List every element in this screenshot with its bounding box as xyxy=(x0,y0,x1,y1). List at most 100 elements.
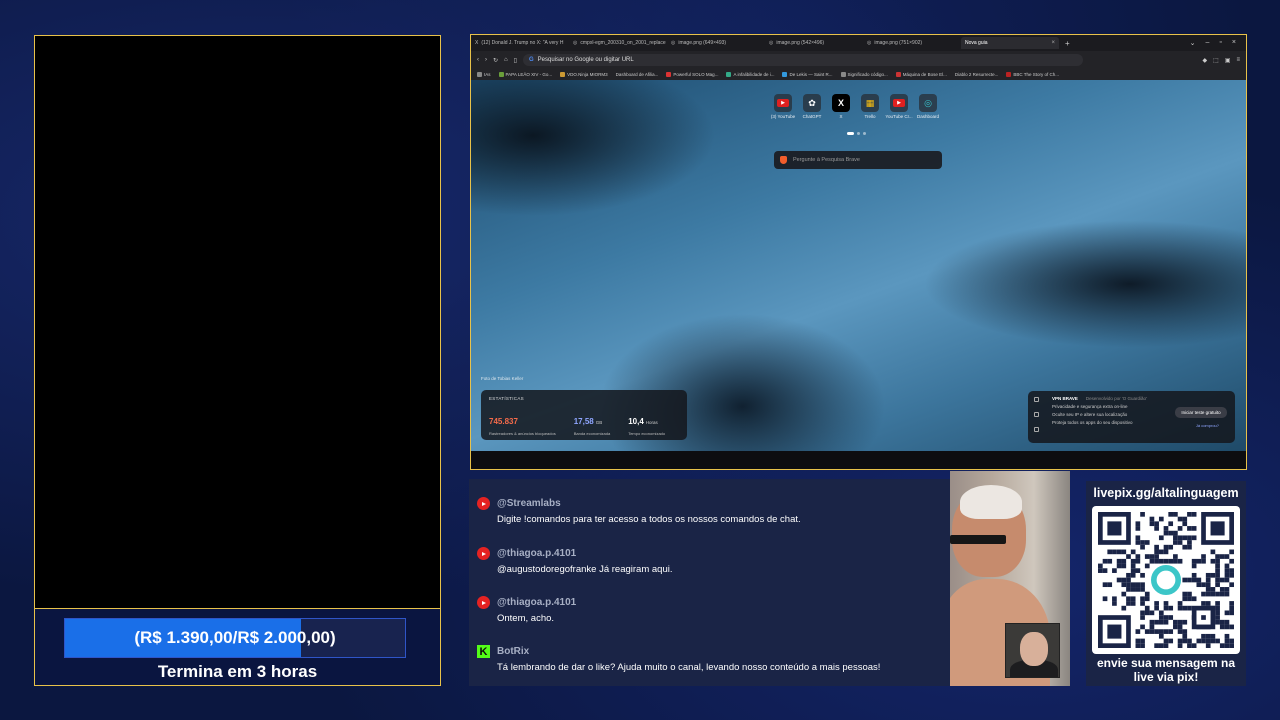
tab-2[interactable]: ◎ image.png (649×493) xyxy=(667,37,765,49)
new-tab-icon[interactable]: + xyxy=(1065,39,1070,48)
x-icon: X xyxy=(475,40,479,46)
bookmark-item[interactable]: Dashboard de Afilia... xyxy=(616,72,659,77)
kick-icon: K xyxy=(477,645,490,658)
x-icon: X xyxy=(832,94,850,112)
tab-4[interactable]: ◎ image.png (751×902) xyxy=(863,37,961,49)
globe-icon: ◎ xyxy=(671,40,676,46)
page-dot[interactable] xyxy=(847,132,854,135)
globe-icon: ◎ xyxy=(573,40,578,46)
shields-icon[interactable]: ◆ xyxy=(1203,57,1208,64)
vpn-purchased-link[interactable]: Já comprou? xyxy=(1196,423,1219,428)
reload-icon[interactable]: ↻ xyxy=(493,57,498,64)
chat-panel: @Streamlabs Digite !comandos para ter ac… xyxy=(469,479,950,686)
tab-label: image.png (649×493) xyxy=(678,40,727,46)
tab-3[interactable]: ◎ image.png (542×496) xyxy=(765,37,863,49)
minimize-icon[interactable]: – xyxy=(1206,39,1210,47)
bandwidth-unit: GB xyxy=(595,420,603,425)
livepix-panel: livepix.gg/altalinguagem envie sua mensa… xyxy=(1086,481,1246,686)
chatgpt-icon: ✿ xyxy=(803,94,821,112)
wallet-icon[interactable]: ▣ xyxy=(1225,57,1231,64)
maximize-icon[interactable]: ▫ xyxy=(1219,39,1221,47)
bookmark-item[interactable]: PAPA LEÃO XIV - Go... xyxy=(498,72,552,78)
goal-amount: (R$ 1.390,00/R$ 2.000,00) xyxy=(134,628,336,647)
goal-progress-bar: (R$ 1.390,00/R$ 2.000,00) xyxy=(64,618,406,658)
tab-label: (12) Donald J. Trump no X: "A very H xyxy=(481,40,564,46)
shortcut-dashboard[interactable]: ◎ Dashboard xyxy=(917,94,940,119)
qr-code-icon xyxy=(1098,512,1234,648)
google-icon: G xyxy=(528,57,534,63)
screen-icon[interactable] xyxy=(1034,427,1039,432)
time-label: Tempo economizado xyxy=(628,431,666,436)
chat-message: K BotRix Tá lembrando de dar o like? Ajud… xyxy=(477,645,880,673)
page-dot[interactable] xyxy=(863,132,866,135)
forward-icon[interactable]: › xyxy=(485,57,487,63)
brave-icon xyxy=(780,156,787,164)
bookmark-item[interactable]: Máquina de Bose El... xyxy=(895,72,947,78)
livepix-line-2: live via pix! xyxy=(1133,670,1199,684)
vpn-trial-button[interactable]: Iniciar teste gratuito xyxy=(1175,407,1227,418)
time-unit: Horas xyxy=(645,420,658,425)
close-tab-icon[interactable]: × xyxy=(1051,40,1055,46)
shortcut-label: (3) YouTube xyxy=(770,114,796,119)
bookmark-item[interactable]: Powerful SOLO Mag... xyxy=(666,72,718,78)
shortcut-label: X xyxy=(839,114,843,119)
top-sites: ▶ (3) YouTube ✿ ChatGPT X X ▦ Trello ▶ Y… xyxy=(770,94,940,119)
bookmarks-bar: IAs PAPA LEÃO XIV - Go... VDO.Ninja MIOR… xyxy=(471,69,1246,80)
shortcut-x[interactable]: X X xyxy=(831,94,851,119)
photo-credit[interactable]: Foto de Tobias Keller xyxy=(481,376,523,381)
vpn-widget: VPN BRAVE Desenvolvido por 'O Guardião' P… xyxy=(1028,391,1235,443)
youtube-icon xyxy=(477,596,490,609)
extensions-icon[interactable]: ⬚ xyxy=(1213,57,1219,64)
chevron-down-icon[interactable]: ⌄ xyxy=(1190,39,1196,47)
livepix-line-1: envie sua mensagem na xyxy=(1096,656,1236,670)
bookmark-item[interactable]: Diablo 2 Resurrecte... xyxy=(955,72,999,77)
inset-person-face xyxy=(1020,632,1048,666)
shortcut-youtube-creator[interactable]: ▶ YouTube Cr... xyxy=(885,94,913,119)
screen-area xyxy=(35,36,440,608)
globe-icon: ◎ xyxy=(867,40,872,46)
bookmark-item[interactable]: De Lekis — Saint R... xyxy=(782,72,833,78)
search-placeholder: Pergunte à Pesquisa Brave xyxy=(793,157,860,163)
tab-label: Nova guia xyxy=(965,40,988,46)
tab-0[interactable]: X (12) Donald J. Trump no X: "A very H xyxy=(471,37,569,49)
tab-1[interactable]: ◎ cmpxl-egm_200310_on_2001_replace xyxy=(569,37,667,49)
webcam-feed xyxy=(950,471,1070,686)
bookmark-item[interactable]: A infalibilidade de i... xyxy=(726,72,774,78)
chat-username: @Streamlabs xyxy=(497,498,561,509)
bookmark-item[interactable]: BBC The Story of Ch... xyxy=(1006,72,1059,78)
stats-widget: ESTATÍSTICAS 745.837 Rastreadores & anún… xyxy=(481,390,687,440)
vpn-title: VPN BRAVE xyxy=(1052,396,1078,401)
bookmark-item[interactable]: IAs xyxy=(477,72,491,78)
shortcut-chatgpt[interactable]: ✿ ChatGPT xyxy=(802,94,822,119)
bandwidth-value: 17,58 xyxy=(573,417,594,426)
shortcut-youtube[interactable]: ▶ (3) YouTube xyxy=(770,94,796,119)
menu-icon[interactable]: ≡ xyxy=(1236,57,1240,63)
new-tab-page: ▶ (3) YouTube ✿ ChatGPT X X ▦ Trello ▶ Y… xyxy=(471,80,1246,451)
youtube-icon xyxy=(477,547,490,560)
time-value: 10,4 xyxy=(628,417,644,426)
shortcut-trello[interactable]: ▦ Trello xyxy=(860,94,880,119)
bookmark-icon[interactable]: ▯ xyxy=(514,57,517,64)
chat-message: @Streamlabs Digite !comandos para ter ac… xyxy=(477,497,801,525)
livepix-message: envie sua mensagem na live via pix! xyxy=(1086,656,1246,684)
settings-icon[interactable] xyxy=(1034,397,1039,402)
bookmark-item[interactable]: Significado código... xyxy=(840,72,888,78)
webcam-person-hair xyxy=(960,485,1022,519)
person-icon[interactable] xyxy=(1034,412,1039,417)
page-dot[interactable] xyxy=(857,132,860,135)
address-placeholder: Pesquisar no Google ou digitar URL xyxy=(537,57,634,63)
back-icon[interactable]: ‹ xyxy=(477,57,479,63)
chat-username: @thiagoa.p.4101 xyxy=(497,548,577,559)
tab-label: cmpxl-egm_200310_on_2001_replace xyxy=(580,40,666,46)
home-icon[interactable]: ⌂ xyxy=(504,57,508,63)
close-window-icon[interactable]: × xyxy=(1232,39,1236,47)
left-panel: (R$ 1.390,00/R$ 2.000,00) Termina em 3 h… xyxy=(34,35,441,686)
bookmark-item[interactable]: VDO.Ninja MIORM3 xyxy=(560,72,608,78)
tab-5[interactable]: Nova guia × xyxy=(961,37,1059,49)
blocked-count: 745.837 xyxy=(489,417,518,426)
tab-label: image.png (542×496) xyxy=(776,40,825,46)
shortcut-label: Dashboard xyxy=(917,114,940,119)
tab-label: image.png (751×902) xyxy=(874,40,923,46)
brave-search-input[interactable]: Pergunte à Pesquisa Brave xyxy=(774,151,942,169)
address-bar[interactable]: G Pesquisar no Google ou digitar URL xyxy=(522,54,1083,66)
